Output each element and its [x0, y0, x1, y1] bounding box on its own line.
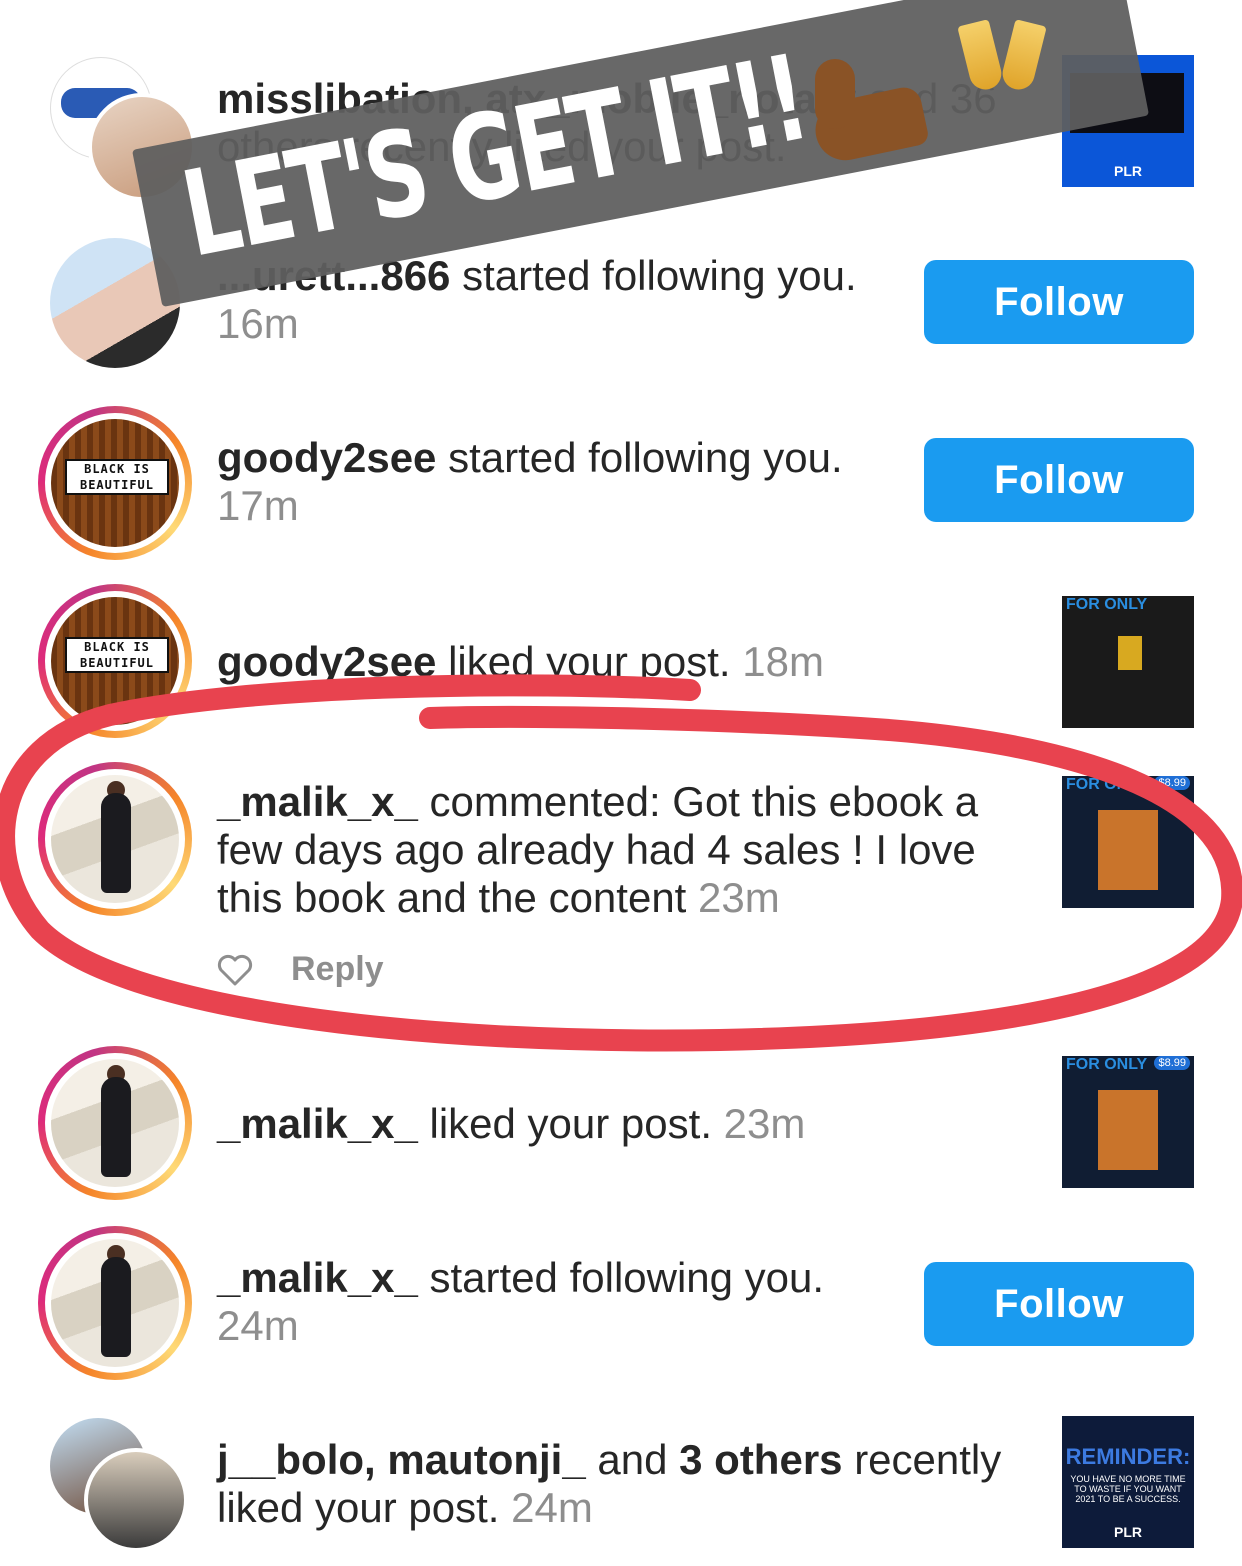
flexed-biceps-emoji — [805, 55, 945, 195]
champagne-glasses-emoji — [955, 18, 1065, 158]
